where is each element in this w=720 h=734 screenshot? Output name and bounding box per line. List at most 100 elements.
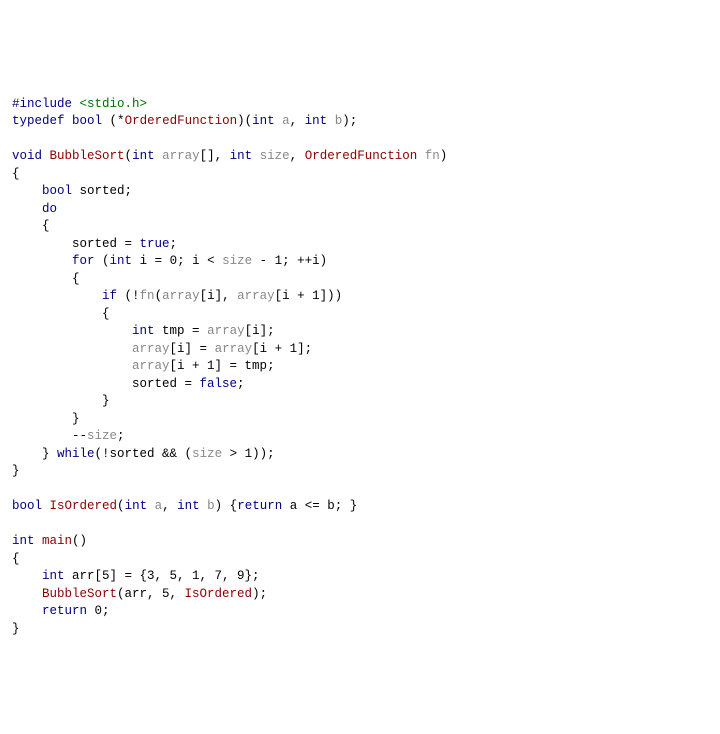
kw-if: if	[102, 289, 117, 303]
txt: i = 0; i <	[132, 254, 222, 268]
type-int: int	[132, 324, 155, 338]
param-a: a	[155, 499, 163, 513]
txt	[275, 114, 283, 128]
kw-return: return	[237, 499, 282, 513]
type-bool: bool	[42, 184, 72, 198]
txt	[155, 149, 163, 163]
txt: ;	[170, 237, 178, 251]
txt: [i + 1]))	[275, 289, 343, 303]
txt: (arr, 5,	[117, 587, 185, 601]
type-int: int	[132, 149, 155, 163]
txt	[147, 499, 155, 513]
txt: > 1));	[222, 447, 275, 461]
type-int: int	[177, 499, 200, 513]
txt: ;	[117, 429, 125, 443]
indent	[12, 202, 42, 216]
txt: (	[125, 149, 133, 163]
type-int: int	[42, 569, 65, 583]
var-array: array	[132, 359, 170, 373]
txt: ,	[290, 149, 305, 163]
type-int: int	[125, 499, 148, 513]
param-array: array	[162, 149, 200, 163]
fn-main: main	[42, 534, 72, 548]
indent	[12, 359, 132, 373]
txt: );	[342, 114, 357, 128]
typedef-name: OrderedFunction	[125, 114, 238, 128]
txt	[65, 114, 73, 128]
txt	[252, 149, 260, 163]
txt: }	[12, 447, 57, 461]
txt: sorted =	[12, 237, 140, 251]
txt	[417, 149, 425, 163]
var-array: array	[132, 342, 170, 356]
brace-open: {	[12, 307, 110, 321]
txt	[327, 114, 335, 128]
var-array: array	[207, 324, 245, 338]
txt	[42, 499, 50, 513]
kw-return: return	[42, 604, 87, 618]
param-b: b	[207, 499, 215, 513]
indent	[12, 569, 42, 583]
fn-isordered: IsOrdered	[50, 499, 118, 513]
kw-true: true	[140, 237, 170, 251]
txt: ,	[290, 114, 305, 128]
txt: [i + 1] = tmp;	[170, 359, 275, 373]
var-size: size	[87, 429, 117, 443]
type-int: int	[252, 114, 275, 128]
type-orderedfunction: OrderedFunction	[305, 149, 418, 163]
brace-open: {	[12, 552, 20, 566]
var-size: size	[222, 254, 252, 268]
var-array: array	[237, 289, 275, 303]
var-array: array	[215, 342, 253, 356]
var-size: size	[192, 447, 222, 461]
type-int: int	[12, 534, 35, 548]
indent	[12, 587, 42, 601]
brace-open: {	[12, 167, 20, 181]
code-listing: #include <stdio.h> typedef bool (*Ordere…	[12, 78, 708, 638]
kw-typedef: typedef	[12, 114, 65, 128]
txt: sorted =	[12, 377, 200, 391]
var-fn: fn	[140, 289, 155, 303]
call-bubblesort: BubbleSort	[42, 587, 117, 601]
txt: arr[5] = {3, 5, 1, 7, 9};	[65, 569, 260, 583]
brace-close: }	[12, 412, 80, 426]
type-int: int	[305, 114, 328, 128]
txt: (	[117, 499, 125, 513]
txt: [i];	[245, 324, 275, 338]
txt: )(	[237, 114, 252, 128]
txt: a <= b; }	[282, 499, 357, 513]
param-fn: fn	[425, 149, 440, 163]
txt: tmp =	[155, 324, 208, 338]
kw-false: false	[200, 377, 238, 391]
brace-close: }	[12, 464, 20, 478]
txt: sorted;	[72, 184, 132, 198]
txt: [i + 1];	[252, 342, 312, 356]
txt: [i] =	[170, 342, 215, 356]
indent	[12, 324, 132, 338]
kw-do: do	[42, 202, 57, 216]
txt: (	[155, 289, 163, 303]
var-array: array	[162, 289, 200, 303]
indent	[12, 289, 102, 303]
txt: ;	[237, 377, 245, 391]
txt: 0;	[87, 604, 110, 618]
fn-bubblesort: BubbleSort	[50, 149, 125, 163]
ref-isordered: IsOrdered	[185, 587, 253, 601]
txt: [i],	[200, 289, 238, 303]
brace-open: {	[12, 272, 80, 286]
txt: ) {	[215, 499, 238, 513]
txt	[35, 534, 43, 548]
indent	[12, 184, 42, 198]
txt: (!	[117, 289, 140, 303]
txt: (!sorted && (	[95, 447, 193, 461]
type-bool: bool	[12, 499, 42, 513]
txt	[42, 149, 50, 163]
brace-open: {	[12, 219, 50, 233]
type-void: void	[12, 149, 42, 163]
brace-close: }	[12, 622, 20, 636]
indent	[12, 254, 72, 268]
indent	[12, 342, 132, 356]
kw-for: for	[72, 254, 95, 268]
type-int: int	[110, 254, 133, 268]
kw-while: while	[57, 447, 95, 461]
